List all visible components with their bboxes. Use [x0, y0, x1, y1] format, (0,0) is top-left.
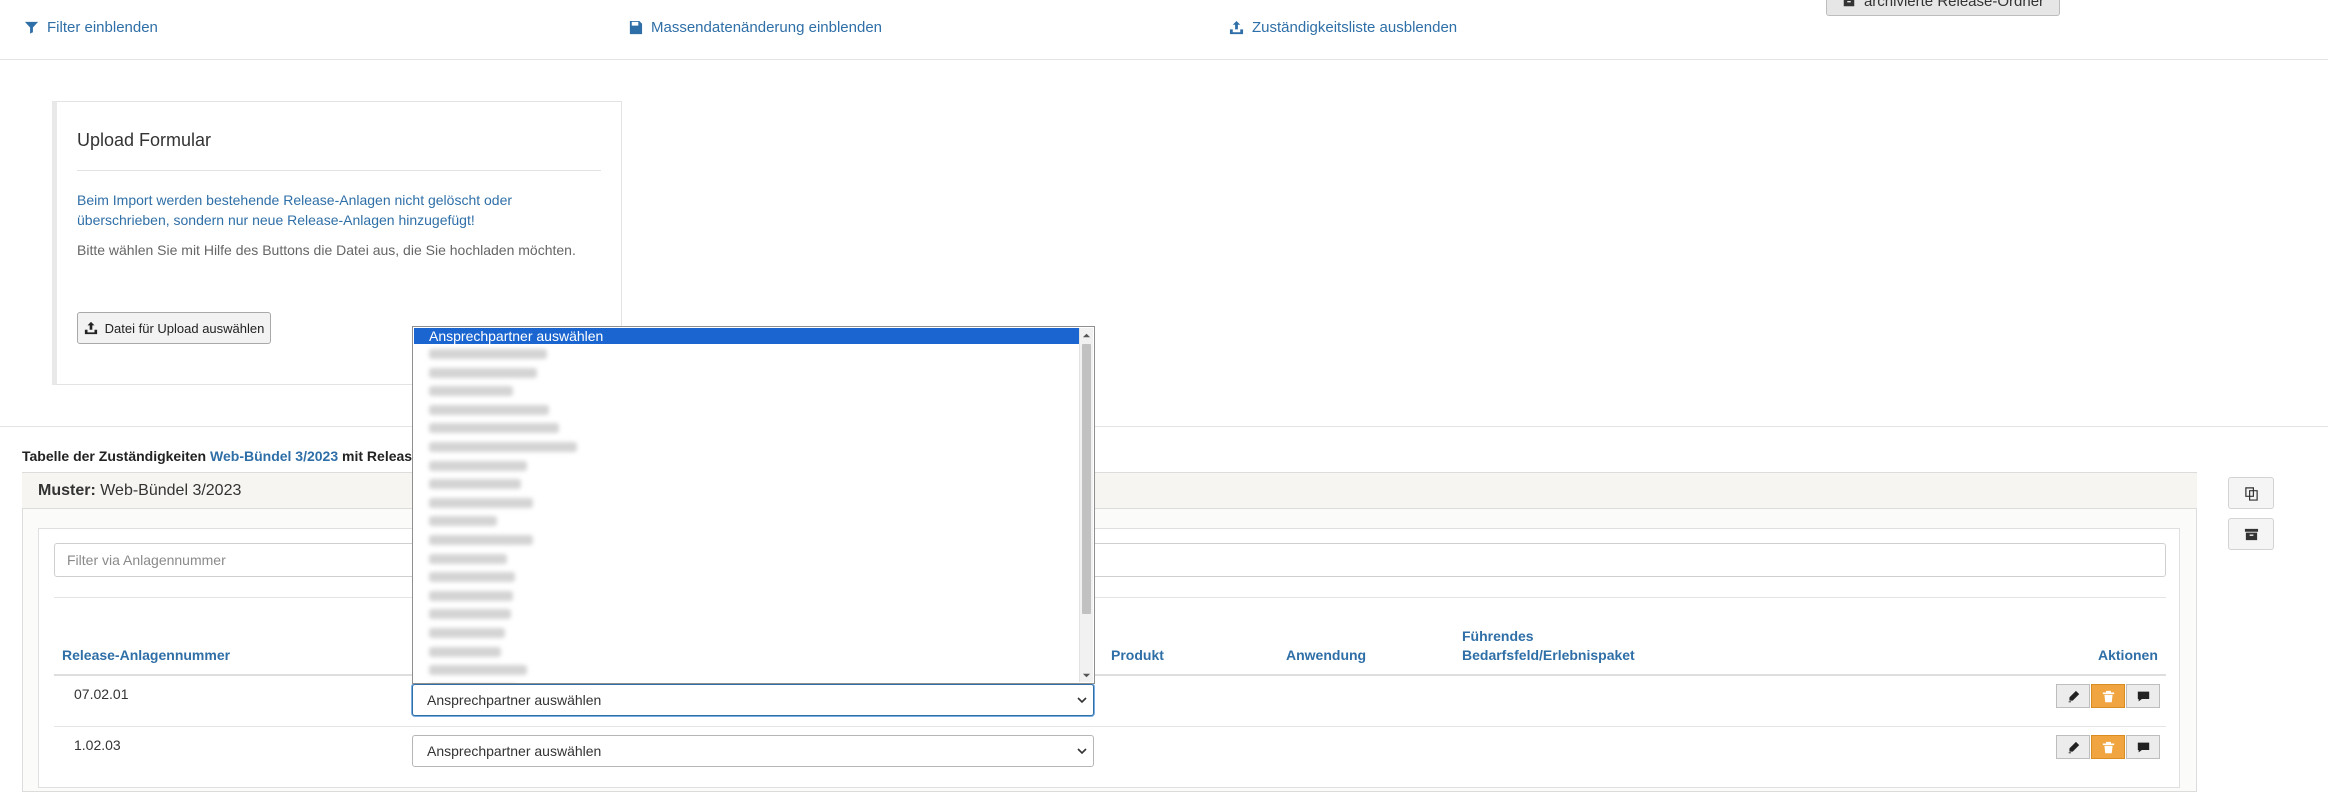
- row-1-contact-value: Ansprechpartner auswählen: [427, 692, 601, 708]
- option-selected[interactable]: Ansprechpartner auswählen: [414, 328, 1079, 344]
- upload-icon: [1229, 20, 1244, 35]
- row-2-edit-button[interactable]: [2056, 735, 2090, 759]
- listbox-scroll-thumb[interactable]: [1082, 344, 1091, 614]
- blurred-option[interactable]: [429, 665, 527, 675]
- bundle-panel-title: Muster: Web-Bündel 3/2023: [38, 482, 241, 500]
- filter-icon: [24, 20, 39, 35]
- scroll-down-icon[interactable]: [1082, 671, 1091, 680]
- row-2-comment-button[interactable]: [2126, 735, 2160, 759]
- scroll-up-icon[interactable]: [1082, 331, 1091, 340]
- row-1-comment-button[interactable]: [2126, 684, 2160, 708]
- choose-upload-file-label: Datei für Upload auswählen: [105, 321, 265, 336]
- column-header-anwendung[interactable]: Anwendung: [1286, 646, 1366, 665]
- upload-description-text: Bitte wählen Sie mit Hilfe des Buttons d…: [77, 240, 597, 260]
- row-1-contact-select[interactable]: Ansprechpartner auswählen: [412, 684, 1094, 716]
- copy-button[interactable]: [2228, 477, 2274, 509]
- blurred-option[interactable]: [429, 386, 513, 396]
- archive-icon: [1842, 0, 1856, 8]
- blurred-option[interactable]: [429, 647, 501, 657]
- panel-title-value: Web-Bündel 3/2023: [100, 482, 241, 499]
- blurred-option[interactable]: [429, 349, 547, 359]
- row-2-contact-select[interactable]: Ansprechpartner auswählen: [412, 735, 1094, 767]
- blurred-option[interactable]: [429, 479, 521, 489]
- filter-toggle-link[interactable]: Filter einblenden: [24, 19, 158, 36]
- blurred-option[interactable]: [429, 461, 527, 471]
- row-1-number: 07.02.01: [74, 686, 129, 702]
- row-2-actions: [2056, 735, 2160, 759]
- blurred-option[interactable]: [429, 423, 559, 433]
- row-divider: [54, 726, 2166, 727]
- responsibility-list-toggle-label: Zuständigkeitsliste ausblenden: [1252, 19, 1457, 36]
- caption-bundle-name: Web-Bündel 3/2023: [210, 448, 338, 464]
- caption-suffix: mit Releas: [342, 448, 412, 464]
- choose-upload-file-button[interactable]: Datei für Upload auswählen: [77, 312, 271, 344]
- blurred-option[interactable]: [429, 442, 577, 452]
- column-header-number[interactable]: Release-Anlagennummer: [62, 646, 230, 665]
- comment-icon: [2137, 741, 2150, 754]
- table-header-divider: [54, 674, 2166, 676]
- upload-form-title: Upload Formular: [77, 130, 211, 151]
- trash-icon: [2102, 741, 2115, 754]
- row-1-actions: [2056, 684, 2160, 708]
- blurred-option[interactable]: [429, 609, 511, 619]
- mass-edit-toggle-label: Massendatenänderung einblenden: [651, 19, 882, 36]
- responsibility-list-toggle-link[interactable]: Zuständigkeitsliste ausblenden: [1229, 19, 1457, 36]
- trash-icon: [2102, 690, 2115, 703]
- blurred-option[interactable]: [429, 368, 537, 378]
- save-icon: [628, 20, 643, 35]
- anlagennummer-filter-input[interactable]: [54, 543, 2166, 577]
- row-2-delete-button[interactable]: [2091, 735, 2125, 759]
- archived-release-folders-label: archivierte Release-Ordner: [1864, 0, 2044, 10]
- blurred-option[interactable]: [429, 554, 507, 564]
- column-header-fuehrend[interactable]: Führendes Bedarfsfeld/Erlebnispaket: [1462, 627, 1635, 665]
- row-1-edit-button[interactable]: [2056, 684, 2090, 708]
- comment-icon: [2137, 690, 2150, 703]
- column-header-fuehrend-line1: Führendes: [1462, 627, 1635, 646]
- column-header-produkt[interactable]: Produkt: [1111, 646, 1164, 665]
- filter-divider: [54, 597, 2166, 598]
- blurred-option[interactable]: [429, 405, 549, 415]
- responsibility-table-caption: Tabelle der Zuständigkeiten Web-Bündel 3…: [22, 448, 412, 464]
- filter-toggle-label: Filter einblenden: [47, 19, 158, 36]
- chevron-down-icon: [1077, 695, 1087, 705]
- archive-icon: [2244, 527, 2259, 542]
- row-1-delete-button[interactable]: [2091, 684, 2125, 708]
- upload-form-divider: [77, 170, 601, 171]
- caption-prefix: Tabelle der Zuständigkeiten: [22, 448, 206, 464]
- chevron-down-icon: [1077, 746, 1087, 756]
- archive-bundle-button[interactable]: [2228, 518, 2274, 550]
- panel-title-label: Muster:: [38, 482, 96, 499]
- column-header-aktionen: Aktionen: [2098, 646, 2158, 665]
- upload-info-text: Beim Import werden bestehende Release-An…: [77, 190, 597, 230]
- row-2-number: 1.02.03: [74, 737, 121, 753]
- blurred-option[interactable]: [429, 535, 533, 545]
- mass-edit-toggle-link[interactable]: Massendatenänderung einblenden: [628, 19, 882, 36]
- row-2-contact-value: Ansprechpartner auswählen: [427, 743, 601, 759]
- bundle-panel-header: [22, 473, 2197, 509]
- blurred-option[interactable]: [429, 628, 505, 638]
- blurred-option[interactable]: [429, 591, 513, 601]
- toolbar-divider: [0, 59, 2328, 60]
- edit-icon: [2067, 690, 2080, 703]
- column-header-fuehrend-line2: Bedarfsfeld/Erlebnispaket: [1462, 646, 1635, 665]
- blurred-option[interactable]: [429, 516, 497, 526]
- blurred-option[interactable]: [429, 498, 533, 508]
- copy-icon: [2244, 486, 2259, 501]
- edit-icon: [2067, 741, 2080, 754]
- archived-release-folders-button[interactable]: archivierte Release-Ordner: [1826, 0, 2060, 16]
- contact-options-listbox[interactable]: Ansprechpartner auswählen: [412, 326, 1095, 684]
- upload-icon: [84, 321, 98, 335]
- blurred-option[interactable]: [429, 572, 515, 582]
- section-divider: [0, 426, 2328, 427]
